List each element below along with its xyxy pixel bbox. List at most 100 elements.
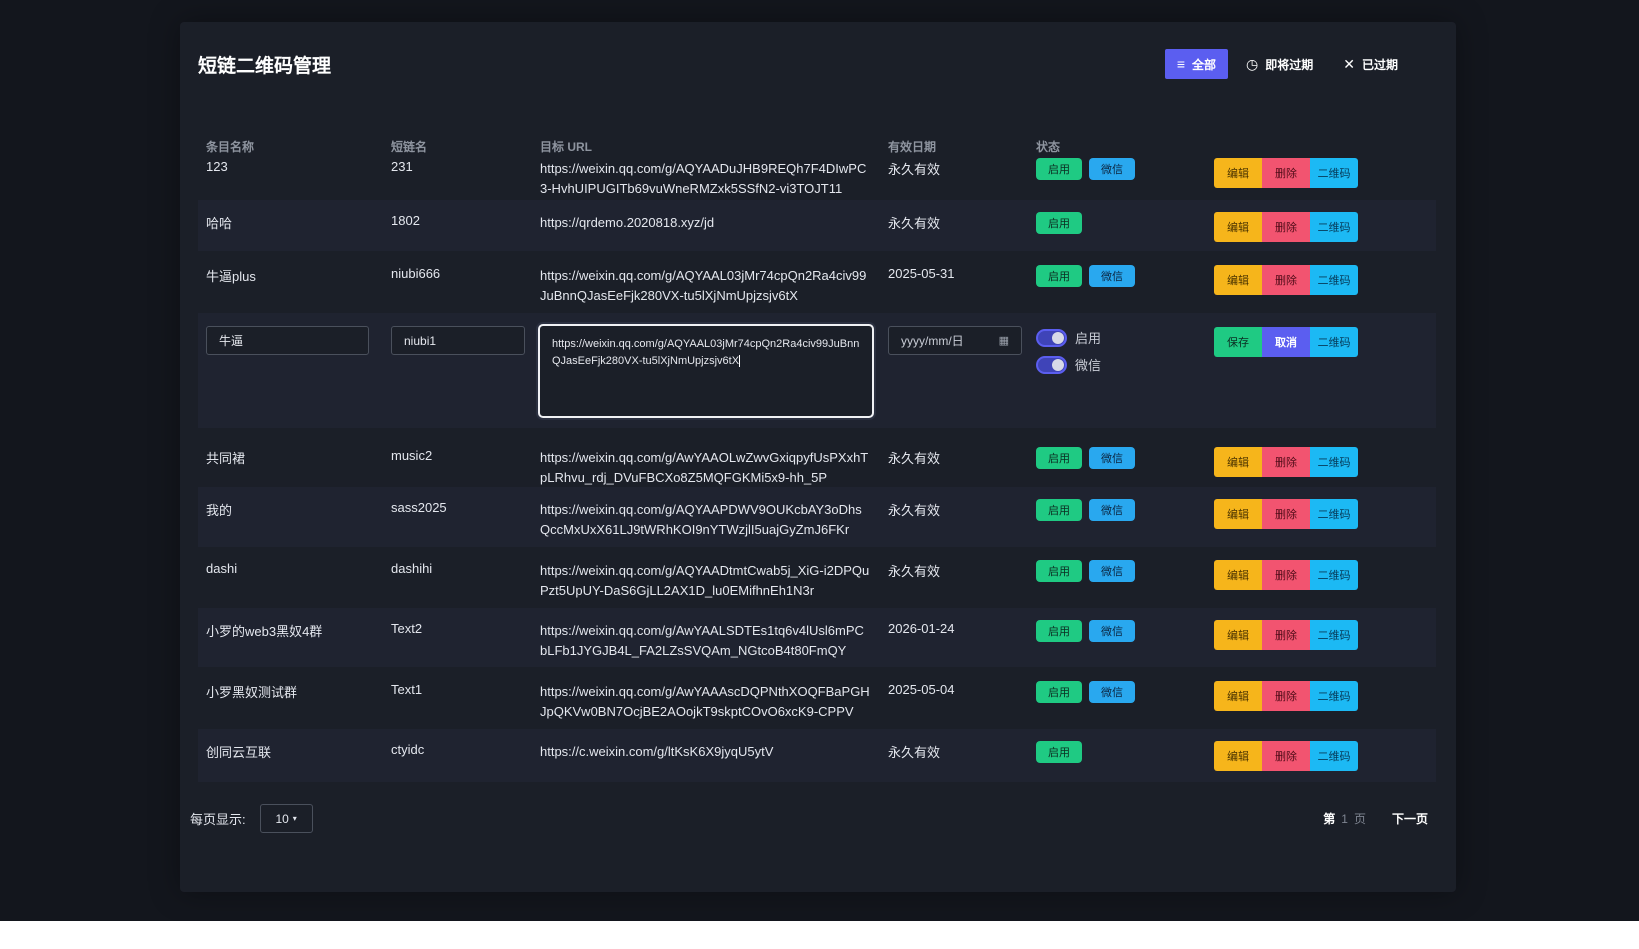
row-name: 小罗黑奴测试群 xyxy=(206,685,298,700)
qrcode-button[interactable]: 二维码 xyxy=(1310,327,1358,357)
qrcode-button[interactable]: 二维码 xyxy=(1310,681,1358,711)
qrcode-button[interactable]: 二维码 xyxy=(1310,447,1358,477)
delete-button[interactable]: 删除 xyxy=(1262,499,1310,529)
row-expiry: 永久有效 xyxy=(888,503,941,518)
name-input[interactable]: 牛逼 xyxy=(206,326,369,355)
row-short: sass2025 xyxy=(391,500,447,515)
row-url: https://c.weixin.com/g/ltKsK6X9jyqU5ytV xyxy=(540,744,774,759)
delete-button[interactable]: 删除 xyxy=(1262,158,1310,188)
row-name: 我的 xyxy=(206,503,233,518)
wechat-switch[interactable] xyxy=(1036,355,1067,374)
row-short: Text2 xyxy=(391,621,423,636)
status-enabled-badge: 启用 xyxy=(1036,212,1082,234)
table-row: 哈哈 1802 https://qrdemo.2020818.xyz/jd 永久… xyxy=(198,200,1436,251)
row-expiry: 2025-05-31 xyxy=(888,266,955,281)
wechat-toggle[interactable]: 微信 xyxy=(1036,355,1101,374)
next-page-button[interactable]: 下一页 xyxy=(1382,804,1438,833)
delete-button[interactable]: 删除 xyxy=(1262,620,1310,650)
edit-button[interactable]: 编辑 xyxy=(1214,499,1262,529)
status-wechat-badge: 微信 xyxy=(1089,499,1135,521)
row-name: 哈哈 xyxy=(206,216,233,231)
filter-all-label: 全部 xyxy=(1192,57,1217,72)
page-title: 短链二维码管理 xyxy=(198,56,332,77)
row-actions: 编辑 删除 二维码 xyxy=(1214,741,1358,771)
wechat-toggle-label: 微信 xyxy=(1075,358,1102,373)
status-enabled-badge: 启用 xyxy=(1036,158,1082,180)
pagination: 第 1 页 下一页 xyxy=(1323,804,1438,833)
edit-button[interactable]: 编辑 xyxy=(1214,158,1262,188)
qrcode-button[interactable]: 二维码 xyxy=(1310,158,1358,188)
filter-expiring-label: 即将过期 xyxy=(1265,57,1314,72)
row-url: https://weixin.qq.com/g/AQYAADuJHB9REQh7… xyxy=(540,161,867,196)
per-page-control: 每页显示: 10 ▾ xyxy=(190,804,313,833)
filter-expiring-button[interactable]: ◷ 即将过期 xyxy=(1234,49,1325,79)
edit-button[interactable]: 编辑 xyxy=(1214,212,1262,242)
row-status: 启用 微信 xyxy=(1036,499,1135,521)
table-row: dashi dashihi https://weixin.qq.com/g/AQ… xyxy=(198,548,1436,606)
table-row: 我的 sass2025 https://weixin.qq.com/g/AQYA… xyxy=(198,487,1436,547)
filter-all-button[interactable]: ≡ 全部 xyxy=(1164,49,1229,79)
delete-button[interactable]: 删除 xyxy=(1262,212,1310,242)
short-input[interactable]: niubi1 xyxy=(391,326,525,355)
cancel-button[interactable]: 取消 xyxy=(1262,327,1310,357)
delete-button[interactable]: 删除 xyxy=(1262,560,1310,590)
row-expiry: 永久有效 xyxy=(888,451,941,466)
row-status: 启用 微信 xyxy=(1036,681,1135,703)
status-enabled-badge: 启用 xyxy=(1036,265,1082,287)
enabled-switch[interactable] xyxy=(1036,328,1067,347)
row-status: 启用 微信 xyxy=(1036,265,1135,287)
qrcode-button[interactable]: 二维码 xyxy=(1310,212,1358,242)
edit-button[interactable]: 编辑 xyxy=(1214,681,1262,711)
enabled-toggle-label: 启用 xyxy=(1075,331,1102,346)
url-textarea-value: https://weixin.qq.com/g/AQYAAL03jMr74cpQ… xyxy=(552,338,860,367)
calendar-icon[interactable]: ▦ xyxy=(999,334,1009,347)
table-row: 小罗的web3黑奴4群 Text2 https://weixin.qq.com/… xyxy=(198,608,1436,667)
row-name: 共同裙 xyxy=(206,451,246,466)
close-icon: ✕ xyxy=(1343,55,1355,72)
qrcode-button[interactable]: 二维码 xyxy=(1310,265,1358,295)
row-url: https://weixin.qq.com/g/AwYAAOLwZwvGxiqp… xyxy=(540,450,869,485)
page-indicator: 第 1 页 xyxy=(1323,810,1366,827)
row-short: 1802 xyxy=(391,213,420,228)
delete-button[interactable]: 删除 xyxy=(1262,741,1310,771)
table-row: 123 231 https://weixin.qq.com/g/AQYAADuJ… xyxy=(198,146,1436,198)
qrcode-button[interactable]: 二维码 xyxy=(1310,499,1358,529)
enabled-toggle[interactable]: 启用 xyxy=(1036,328,1101,347)
table-row: 牛逼plus niubi666 https://weixin.qq.com/g/… xyxy=(198,253,1436,311)
row-url: https://qrdemo.2020818.xyz/jd xyxy=(540,215,715,230)
delete-button[interactable]: 删除 xyxy=(1262,681,1310,711)
row-expiry: 永久有效 xyxy=(888,216,941,231)
per-page-select[interactable]: 10 ▾ xyxy=(259,804,313,833)
filter-bar: ≡ 全部 ◷ 即将过期 ✕ 已过期 xyxy=(1164,49,1410,79)
qrcode-button[interactable]: 二维码 xyxy=(1310,560,1358,590)
edit-button[interactable]: 编辑 xyxy=(1214,560,1262,590)
qrcode-button[interactable]: 二维码 xyxy=(1310,620,1358,650)
row-actions: 编辑 删除 二维码 xyxy=(1214,447,1358,477)
status-wechat-badge: 微信 xyxy=(1089,447,1135,469)
status-enabled-badge: 启用 xyxy=(1036,447,1082,469)
edit-button[interactable]: 编辑 xyxy=(1214,447,1262,477)
qrcode-button[interactable]: 二维码 xyxy=(1310,741,1358,771)
date-input[interactable]: yyyy/mm/日 ▦ xyxy=(888,326,1022,355)
edit-button[interactable]: 编辑 xyxy=(1214,265,1262,295)
status-wechat-badge: 微信 xyxy=(1089,158,1135,180)
row-expiry: 2026-01-24 xyxy=(888,621,955,636)
edit-row: 牛逼 niubi1 https://weixin.qq.com/g/AQYAAL… xyxy=(198,313,1436,428)
status-enabled-badge: 启用 xyxy=(1036,681,1082,703)
row-short: niubi666 xyxy=(391,266,441,281)
filter-expired-button[interactable]: ✕ 已过期 xyxy=(1331,49,1410,79)
row-actions: 编辑 删除 二维码 xyxy=(1214,158,1358,188)
edit-actions: 保存 取消 二维码 xyxy=(1214,327,1358,357)
edit-button[interactable]: 编辑 xyxy=(1214,741,1262,771)
row-actions: 编辑 删除 二维码 xyxy=(1214,499,1358,529)
row-actions: 编辑 删除 二维码 xyxy=(1214,212,1358,242)
table-row: 共同裙 music2 https://weixin.qq.com/g/AwYAA… xyxy=(198,435,1436,486)
row-status: 启用 微信 xyxy=(1036,158,1135,180)
save-button[interactable]: 保存 xyxy=(1214,327,1262,357)
delete-button[interactable]: 删除 xyxy=(1262,447,1310,477)
page-prefix: 第 xyxy=(1323,812,1336,826)
delete-button[interactable]: 删除 xyxy=(1262,265,1310,295)
edit-button[interactable]: 编辑 xyxy=(1214,620,1262,650)
row-name: dashi xyxy=(206,561,238,576)
url-textarea[interactable]: https://weixin.qq.com/g/AQYAAL03jMr74cpQ… xyxy=(538,324,874,418)
